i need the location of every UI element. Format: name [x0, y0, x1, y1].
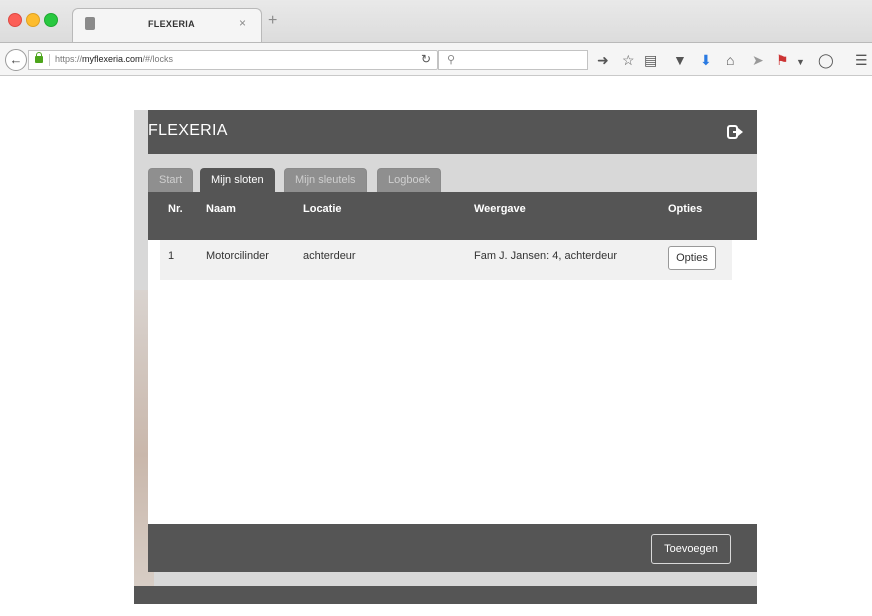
dropdown-icon[interactable]: ▼ [796, 53, 805, 71]
favicon-icon [85, 17, 95, 30]
download-icon[interactable]: ⬇ [700, 51, 712, 69]
toevoegen-button[interactable]: Toevoegen [651, 534, 731, 564]
app-footer: Toevoegen [148, 524, 757, 572]
browser-tab[interactable]: FLEXERIA × [72, 8, 262, 42]
table-header: Nr. Naam Locatie Weergave Opties [148, 192, 757, 240]
tab-start[interactable]: Start [148, 168, 194, 192]
cell-weergave: Fam J. Jansen: 4, achterdeur [474, 250, 618, 262]
table-row: 1 Motorcilinder achterdeur Fam J. Jansen… [160, 240, 732, 280]
url-text[interactable]: https://myflexeria.com/#/locks [55, 54, 173, 64]
tab-strip: Start Mijn sloten Mijn sleutels Logboek [148, 154, 757, 192]
logout-icon[interactable] [727, 124, 743, 140]
app-header: FLEXERIA [148, 110, 757, 154]
back-icon[interactable]: ← [5, 49, 27, 71]
new-tab-icon[interactable]: + [268, 12, 277, 30]
tab-logboek[interactable]: Logboek [377, 168, 442, 192]
opties-button[interactable]: Opties [668, 246, 716, 270]
column-header-opties: Opties [668, 203, 703, 215]
cell-nr: 1 [168, 250, 175, 262]
go-icon[interactable]: ➜ [597, 51, 609, 69]
extension-icon[interactable]: ⚑ [776, 51, 789, 69]
url-bar[interactable]: https://myflexeria.com/#/locks ↻ [28, 50, 438, 70]
cell-naam: Motorcilinder [206, 250, 269, 262]
lock-icon [35, 52, 43, 63]
brand-logo: FLEXERIA [148, 122, 228, 139]
tab-mijn-sloten[interactable]: Mijn sloten [200, 168, 275, 192]
reading-list-icon[interactable]: ▤ [644, 51, 657, 69]
browser-tab-title: FLEXERIA [148, 19, 195, 29]
close-tab-icon[interactable]: × [239, 16, 246, 30]
bookmark-star-icon[interactable]: ☆ [622, 51, 635, 69]
table-body: 1 Motorcilinder achterdeur Fam J. Jansen… [148, 240, 757, 524]
bottom-bar [134, 586, 757, 604]
search-icon: ⚲ [447, 54, 456, 66]
minimize-window-button[interactable] [26, 13, 40, 27]
search-input[interactable]: ⚲ [438, 50, 588, 70]
app-panel: FLEXERIA Start Mijn sloten Mijn sleutels… [148, 110, 757, 572]
send-icon[interactable]: ➤ [752, 51, 764, 69]
pocket-icon[interactable]: ▼ [673, 51, 687, 69]
zoom-window-button[interactable] [44, 13, 58, 27]
close-window-button[interactable] [8, 13, 22, 27]
menu-icon[interactable]: ☰ [855, 51, 868, 69]
url-divider [49, 54, 50, 66]
browser-nav-bar: ← https://myflexeria.com/#/locks ↻ ⚲ ➜ ☆… [0, 42, 872, 76]
tab-mijn-sleutels[interactable]: Mijn sleutels [284, 168, 367, 192]
reload-icon[interactable]: ↻ [421, 52, 431, 66]
browser-tab-bar: FLEXERIA × + [0, 0, 872, 42]
column-header-nr: Nr. [168, 203, 183, 215]
home-icon[interactable]: ⌂ [726, 51, 734, 69]
column-header-weergave: Weergave [474, 203, 526, 215]
column-header-locatie: Locatie [303, 203, 342, 215]
cell-locatie: achterdeur [303, 250, 356, 262]
chat-icon[interactable]: ◯ [818, 51, 834, 69]
column-header-naam: Naam [206, 203, 236, 215]
